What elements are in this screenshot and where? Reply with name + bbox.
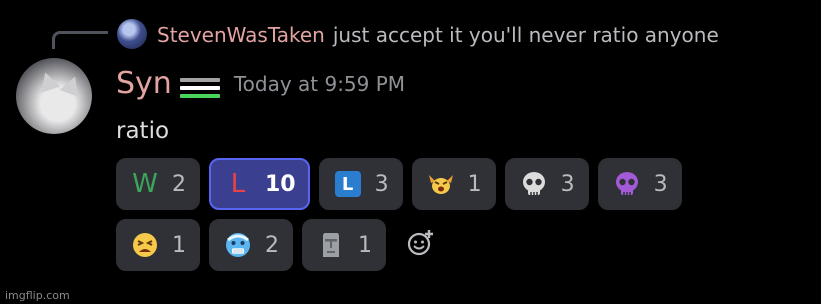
l-square-icon: L bbox=[333, 169, 363, 199]
reactions-bar: W 2 L 10 L 3 1 3 3 1 2 1 bbox=[116, 158, 816, 280]
reaction-l-square[interactable]: L 3 bbox=[318, 158, 403, 210]
reaction-l[interactable]: L 10 bbox=[209, 158, 310, 210]
reactions-row: 1 2 1 bbox=[116, 219, 816, 271]
angry-horns-icon bbox=[426, 169, 456, 199]
flag-stripe bbox=[179, 70, 220, 74]
flag-stripe bbox=[179, 94, 220, 98]
reply-author[interactable]: StevenWasTaken bbox=[157, 23, 325, 47]
reply-connector bbox=[52, 31, 108, 49]
reaction-count: 1 bbox=[172, 232, 186, 258]
reply-text: just accept it you'll never ratio anyone bbox=[332, 23, 719, 47]
message-content: ratio bbox=[116, 118, 170, 144]
reaction-tired-face[interactable]: 1 bbox=[116, 219, 200, 271]
reaction-count: 3 bbox=[560, 171, 575, 197]
username[interactable]: Syn bbox=[116, 66, 172, 102]
watermark: imgflip.com bbox=[5, 289, 70, 302]
l-letter-icon: L bbox=[230, 169, 246, 199]
reaction-moai[interactable]: 1 bbox=[302, 219, 386, 271]
reaction-cold-face[interactable]: 2 bbox=[209, 219, 293, 271]
reaction-purple-skull[interactable]: 3 bbox=[597, 158, 682, 210]
flag-stripe bbox=[179, 86, 220, 90]
reply-preview[interactable]: StevenWasTaken just accept it you'll nev… bbox=[157, 20, 719, 50]
reactions-row: W 2 L 10 L 3 1 3 3 bbox=[116, 158, 816, 210]
message-header: Syn Today at 9:59 PM bbox=[116, 66, 405, 102]
flag-stripe bbox=[179, 78, 220, 82]
reaction-skull[interactable]: 3 bbox=[504, 158, 589, 210]
avatar-ear bbox=[35, 69, 61, 93]
timestamp: Today at 9:59 PM bbox=[233, 72, 406, 96]
reply-author-avatar[interactable] bbox=[117, 19, 147, 49]
reaction-count: 3 bbox=[653, 171, 668, 197]
purple-skull-icon bbox=[612, 169, 642, 199]
reaction-count: 1 bbox=[358, 232, 372, 258]
reaction-count: 1 bbox=[467, 171, 482, 197]
reaction-count: 3 bbox=[374, 171, 389, 197]
skull-icon bbox=[519, 169, 549, 199]
flag-icon bbox=[179, 70, 220, 98]
reaction-w[interactable]: W 2 bbox=[116, 158, 200, 210]
tired-face-icon bbox=[130, 230, 160, 260]
reaction-count: 2 bbox=[265, 232, 279, 258]
reaction-count: 2 bbox=[172, 171, 186, 197]
w-letter-icon: W bbox=[132, 169, 158, 199]
moai-icon bbox=[316, 230, 346, 260]
add-reaction-button[interactable] bbox=[395, 219, 447, 271]
avatar-ear bbox=[59, 73, 85, 97]
reaction-count: 10 bbox=[265, 171, 296, 197]
reaction-angry-horns[interactable]: 1 bbox=[411, 158, 496, 210]
add-reaction-icon bbox=[407, 229, 435, 261]
cold-face-icon bbox=[223, 230, 253, 260]
avatar[interactable] bbox=[16, 58, 92, 134]
